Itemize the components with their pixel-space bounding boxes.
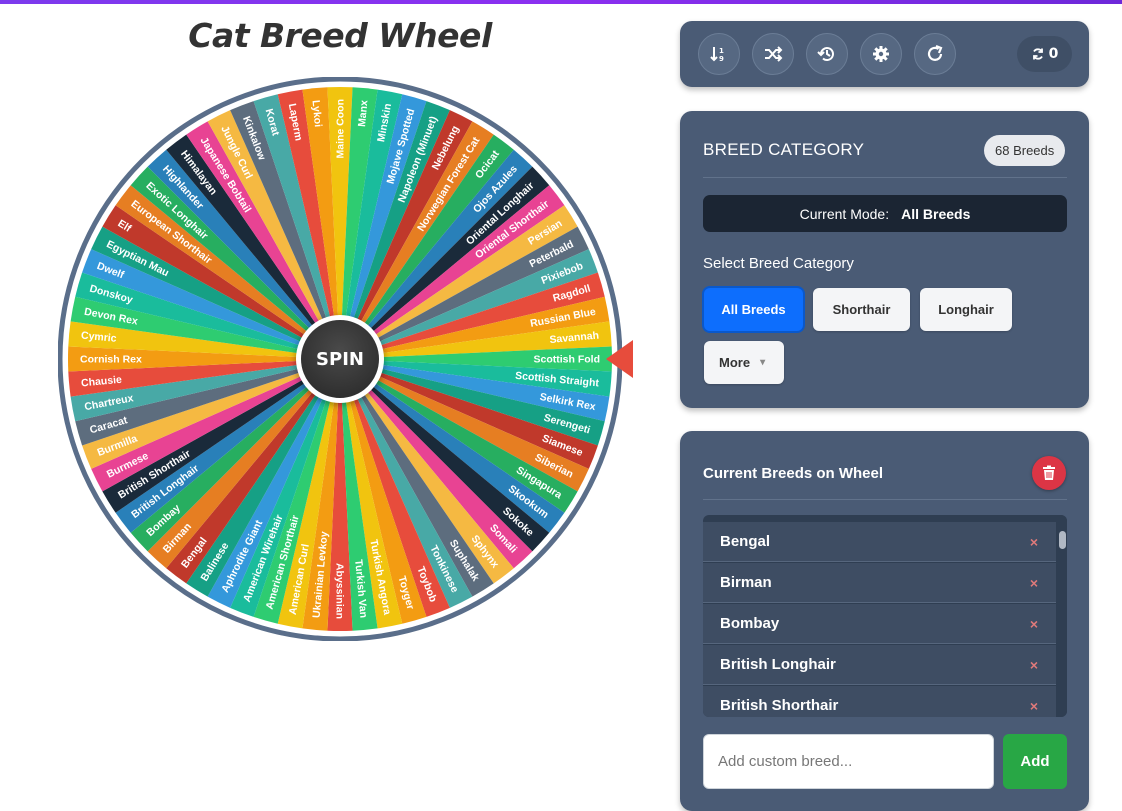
chevron-down-icon: ▾ (760, 357, 766, 368)
add-breed-button[interactable]: Add (1003, 734, 1067, 789)
wheel-segment-label: Abyssinian (334, 563, 346, 619)
sync-icon (1032, 48, 1043, 60)
breed-category-panel: BREED CATEGORY 68 Breeds Current Mode: A… (680, 111, 1089, 408)
breed-name: Birman (720, 574, 772, 591)
remove-breed-button[interactable]: × (1030, 698, 1038, 714)
spin-button[interactable]: SPIN (296, 315, 384, 403)
spin-counter: 0 (1017, 36, 1072, 72)
shuffle-button[interactable] (752, 33, 794, 75)
divider (703, 499, 1067, 500)
wheel-segment-label: Scottish Fold (534, 354, 601, 366)
clear-all-button[interactable] (1032, 456, 1066, 490)
history-icon (817, 47, 834, 62)
category-longhair-button[interactable]: Longhair (920, 288, 1012, 331)
history-button[interactable] (806, 33, 848, 75)
breed-name: British Longhair (720, 656, 836, 673)
list-item: Birman × (703, 563, 1056, 603)
current-mode-bar: Current Mode: All Breeds (703, 195, 1067, 232)
category-heading: BREED CATEGORY (703, 140, 865, 159)
top-accent-bar (0, 0, 1122, 4)
wheel-segment-label: Manx (356, 99, 370, 127)
settings-button[interactable] (860, 33, 902, 75)
sort-button[interactable]: 1 9 (698, 33, 740, 75)
wheel-segment-label: Lykoi (310, 100, 324, 128)
gear-icon (873, 46, 889, 62)
current-breeds-heading: Current Breeds on Wheel (703, 465, 884, 482)
remove-breed-button[interactable]: × (1030, 575, 1038, 591)
divider (703, 177, 1067, 178)
custom-breed-input[interactable] (703, 734, 994, 789)
list-item: British Longhair × (703, 645, 1056, 685)
trash-icon (1043, 465, 1055, 480)
breed-name: British Shorthair (720, 697, 839, 714)
breed-list[interactable]: Bengal × Birman × Bombay × British Longh… (703, 515, 1067, 717)
wheel-segment-label: Maine Coon (335, 99, 347, 159)
more-label: More (719, 355, 751, 370)
reset-button[interactable] (914, 33, 956, 75)
page-title: Cat Breed Wheel (188, 16, 492, 55)
breed-name: Bengal (720, 533, 771, 550)
list-scrollbar[interactable] (1058, 515, 1067, 717)
mode-value: All Breeds (901, 205, 971, 222)
sort-icon: 1 9 (710, 47, 724, 63)
scrollbar-thumb[interactable] (1059, 531, 1066, 549)
spin-count: 0 (1048, 46, 1059, 62)
redo-icon (927, 44, 943, 61)
list-item: Bengal × (703, 522, 1056, 562)
remove-breed-button[interactable]: × (1030, 534, 1038, 550)
svg-text:1: 1 (719, 47, 724, 55)
select-category-label: Select Breed Category (703, 255, 854, 272)
list-item: Bombay × (703, 604, 1056, 644)
remove-breed-button[interactable]: × (1030, 657, 1038, 673)
category-more-dropdown[interactable]: More ▾ (704, 341, 784, 384)
breed-count-badge: 68 Breeds (984, 135, 1066, 166)
mode-label: Current Mode: (799, 205, 890, 222)
wheel-segment-label: Cornish Rex (80, 354, 142, 366)
wheel-pointer-icon (606, 340, 633, 378)
shuffle-icon (765, 46, 783, 62)
svg-text:9: 9 (719, 55, 724, 63)
current-breeds-panel: Current Breeds on Wheel Bengal × Birman … (680, 431, 1089, 811)
category-shorthair-button[interactable]: Shorthair (813, 288, 910, 331)
category-all-breeds-button[interactable]: All Breeds (704, 288, 803, 331)
remove-breed-button[interactable]: × (1030, 616, 1038, 632)
list-item: British Shorthair × (703, 686, 1056, 717)
breed-name: Bombay (720, 615, 780, 632)
wheel-container: Abyssinian Ukrainian Levkoy American Curl A… (58, 77, 622, 641)
toolbar-panel: 1 9 0 (680, 21, 1089, 87)
